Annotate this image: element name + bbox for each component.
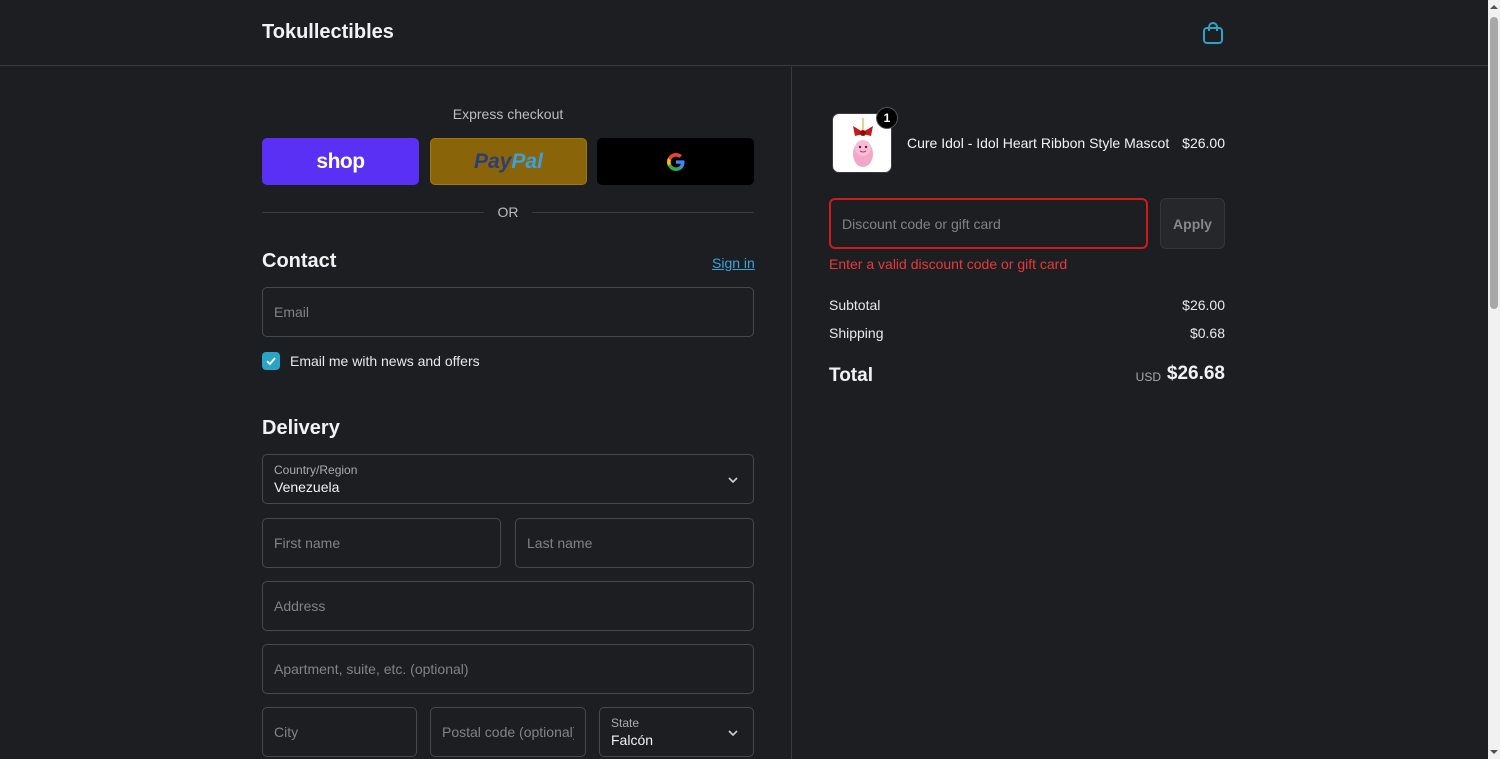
apply-discount-button[interactable]: Apply	[1160, 198, 1225, 249]
or-line-right	[532, 212, 754, 213]
checkout-form: Express checkout shop Pay Pal OR Contact …	[0, 67, 791, 759]
subtotal-row: Subtotal $26.00	[829, 297, 1225, 313]
email-input[interactable]	[263, 288, 753, 336]
postal-code-input[interactable]	[431, 708, 585, 756]
country-label: Country/Region	[274, 463, 358, 477]
shopping-bag-icon[interactable]	[1202, 21, 1224, 45]
discount-field[interactable]	[829, 198, 1148, 249]
google-pay-button[interactable]	[597, 138, 754, 185]
shop-pay-button[interactable]: shop	[262, 138, 419, 185]
country-select[interactable]: Country/Region Venezuela	[262, 454, 754, 504]
discount-error-message: Enter a valid discount code or gift card	[829, 256, 1068, 272]
total-currency: USD	[1135, 370, 1161, 384]
city-field[interactable]	[262, 707, 417, 757]
or-divider: OR	[262, 204, 754, 220]
site-header: Tokullectibles	[0, 0, 1488, 66]
first-name-input[interactable]	[263, 519, 500, 567]
product-price: $26.00	[1182, 135, 1225, 151]
paypal-label-pay: Pay	[474, 149, 512, 173]
address-field[interactable]	[262, 581, 754, 631]
last-name-input[interactable]	[516, 519, 753, 567]
chevron-down-icon	[728, 730, 738, 737]
newsletter-option[interactable]: Email me with news and offers	[262, 351, 480, 371]
postal-code-field[interactable]	[430, 707, 586, 757]
discount-input[interactable]	[831, 200, 1146, 247]
first-name-field[interactable]	[262, 518, 501, 568]
shop-pay-label: shop	[316, 149, 365, 173]
shipping-label: Shipping	[829, 325, 884, 341]
email-field[interactable]	[262, 287, 754, 337]
country-value: Venezuela	[274, 479, 340, 495]
page-scrollbar[interactable]	[1488, 0, 1500, 759]
shipping-value: $0.68	[1189, 325, 1225, 341]
state-select[interactable]: State Falcón	[599, 707, 754, 757]
paypal-button[interactable]: Pay Pal	[430, 138, 587, 185]
paypal-label-pal: Pal	[511, 149, 543, 173]
subtotal-value: $26.00	[1182, 297, 1225, 313]
last-name-field[interactable]	[515, 518, 754, 568]
address-input[interactable]	[263, 582, 753, 630]
delivery-title: Delivery	[262, 417, 340, 439]
newsletter-checkbox[interactable]	[262, 352, 280, 370]
subtotal-label: Subtotal	[829, 297, 881, 313]
quantity-badge: 1	[876, 107, 898, 129]
store-name[interactable]: Tokullectibles	[262, 21, 394, 44]
apartment-field[interactable]	[262, 644, 754, 694]
sign-in-link[interactable]: Sign in	[712, 255, 755, 271]
product-name: Cure Idol - Idol Heart Ribbon Style Masc…	[907, 135, 1170, 151]
contact-title: Contact	[262, 250, 337, 272]
shipping-row: Shipping $0.68	[829, 325, 1225, 341]
google-g-icon	[666, 152, 684, 171]
apartment-input[interactable]	[263, 645, 753, 693]
scrollbar-thumb[interactable]	[1490, 17, 1498, 309]
total-amount: $26.68	[1166, 363, 1225, 384]
total-label: Total	[829, 365, 873, 386]
state-label: State	[611, 716, 640, 730]
order-summary: 1 Cure Idol - Idol Heart Ribbon Style Ma…	[792, 67, 1488, 759]
city-input[interactable]	[263, 708, 416, 756]
chevron-down-icon	[728, 477, 738, 484]
express-checkout-title: Express checkout	[452, 106, 564, 122]
scroll-up-arrow-icon[interactable]	[1490, 3, 1498, 11]
checkmark-icon	[266, 357, 276, 366]
newsletter-label: Email me with news and offers	[290, 353, 480, 369]
total-row: Total USD $26.68	[829, 363, 1225, 387]
scroll-down-arrow-icon[interactable]	[1490, 748, 1498, 756]
state-value: Falcón	[611, 732, 654, 748]
